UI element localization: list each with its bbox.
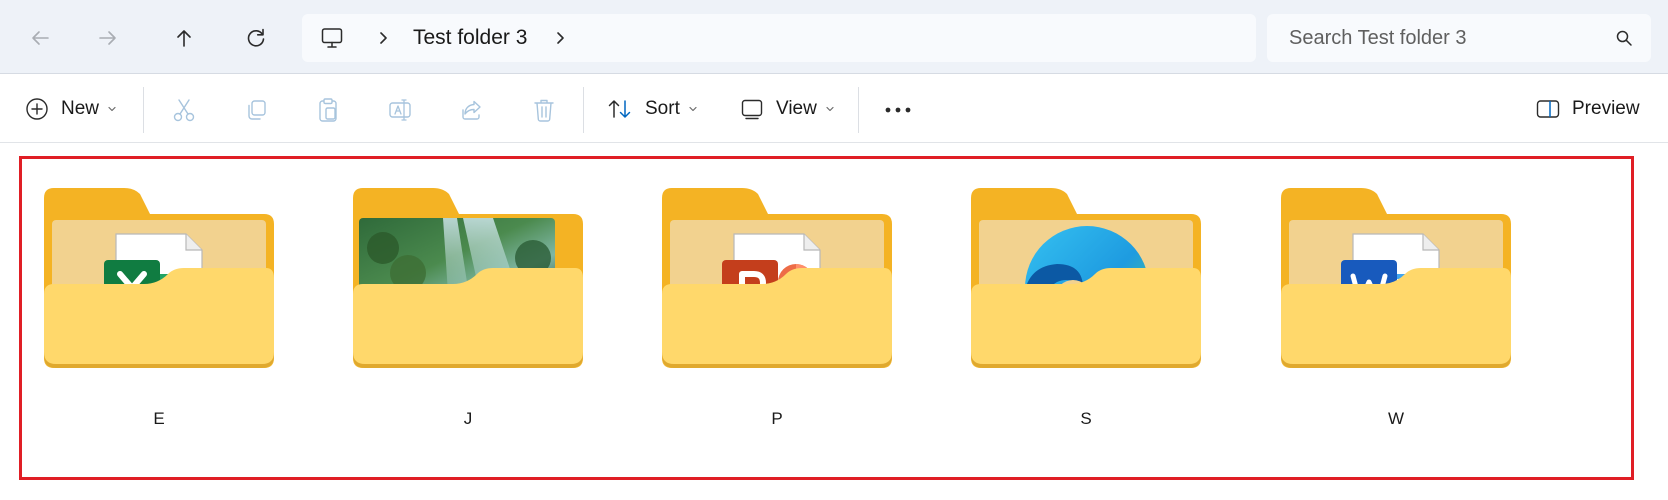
plus-circle-icon <box>26 98 48 120</box>
search-icon <box>1616 30 1632 46</box>
forward-button[interactable] <box>88 18 128 58</box>
folder-icon <box>1281 188 1511 368</box>
folder-item[interactable]: J <box>353 188 583 438</box>
file-list-area[interactable]: E J P S W <box>0 144 1668 500</box>
command-separator <box>858 87 859 133</box>
refresh-icon <box>247 28 265 47</box>
sort-button[interactable]: Sort <box>607 75 698 143</box>
folder-name[interactable]: W <box>1281 409 1511 429</box>
new-label: New <box>61 98 100 119</box>
see-more-button[interactable] <box>880 95 916 125</box>
trash-icon <box>534 99 554 122</box>
breadcrumb-current-folder[interactable]: Test folder 3 <box>413 26 527 50</box>
chevron-right-icon[interactable] <box>551 29 569 47</box>
search-box[interactable]: Search Test folder 3 <box>1267 14 1651 62</box>
sort-arrows-icon <box>608 100 631 118</box>
folder-icon <box>662 188 892 368</box>
share-icon <box>462 100 481 120</box>
search-placeholder[interactable]: Search Test folder 3 <box>1289 27 1467 50</box>
folder-item[interactable]: S <box>971 188 1201 438</box>
folder-name[interactable]: J <box>353 409 583 429</box>
command-bar: New Sort View Preview <box>0 75 1668 143</box>
folder-item[interactable]: W <box>1281 188 1511 438</box>
folder-name[interactable]: E <box>44 409 274 429</box>
copy-icon <box>248 100 266 120</box>
preview-label: Preview <box>1572 98 1640 119</box>
folder-icon <box>44 188 274 368</box>
refresh-button[interactable] <box>236 18 276 58</box>
folder-icon <box>353 188 583 368</box>
share-button[interactable] <box>456 95 488 125</box>
scissors-icon <box>173 99 195 122</box>
new-button[interactable]: New <box>25 75 117 143</box>
rename-icon <box>389 99 411 121</box>
cut-button[interactable] <box>168 95 200 125</box>
chevron-down-icon <box>689 106 697 112</box>
command-separator <box>583 87 584 133</box>
address-box[interactable]: Test folder 3 <box>302 14 1256 62</box>
view-label: View <box>776 98 817 119</box>
command-separator <box>143 87 144 133</box>
this-pc-icon[interactable] <box>320 26 344 50</box>
copy-button[interactable] <box>240 95 272 125</box>
folder-name[interactable]: P <box>662 409 892 429</box>
up-button[interactable] <box>164 18 204 58</box>
arrow-left-icon <box>32 31 49 45</box>
view-button[interactable]: View <box>740 75 835 143</box>
preview-pane-icon <box>1536 100 1560 118</box>
clipboard-icon <box>319 98 337 122</box>
chevron-right-icon[interactable] <box>374 29 392 47</box>
chevron-down-icon <box>108 106 116 112</box>
arrow-right-icon <box>99 31 116 45</box>
chevron-down-icon <box>826 106 834 112</box>
arrow-up-icon <box>177 30 191 47</box>
sort-label: Sort <box>645 98 680 119</box>
more-dots-icon <box>885 107 911 113</box>
folder-item[interactable]: P <box>662 188 892 438</box>
preview-pane-button[interactable]: Preview <box>1536 75 1640 143</box>
rename-button[interactable] <box>384 95 416 125</box>
folder-name[interactable]: S <box>971 409 1201 429</box>
back-button[interactable] <box>20 18 60 58</box>
view-icon <box>741 99 763 120</box>
folder-icon <box>971 188 1201 368</box>
paste-button[interactable] <box>312 95 344 125</box>
delete-button[interactable] <box>528 95 560 125</box>
folder-item[interactable]: E <box>44 188 274 438</box>
address-bar-row: Test folder 3 Search Test folder 3 <box>0 0 1668 74</box>
